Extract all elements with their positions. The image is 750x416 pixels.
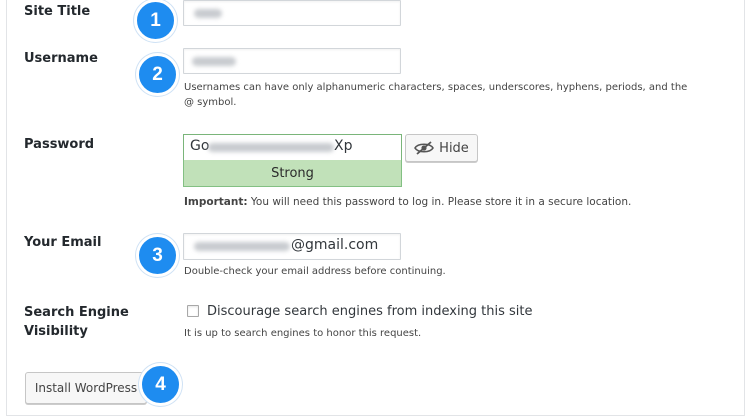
password-important-note: Important: You will need this password t… xyxy=(184,195,694,210)
password-label: Password xyxy=(24,137,95,152)
eye-slash-icon xyxy=(414,141,435,155)
username-input[interactable] xyxy=(183,48,401,74)
username-hint: Usernames can have only alphanumeric cha… xyxy=(184,82,688,108)
site-title-input[interactable] xyxy=(183,0,401,26)
email-input[interactable]: @gmail.com xyxy=(183,233,401,260)
step-badge-2: 2 xyxy=(136,53,179,96)
password-suffix: Xp xyxy=(334,138,353,154)
step-badge-3: 3 xyxy=(136,234,179,277)
important-text: You will need this password to log in. P… xyxy=(247,196,632,208)
password-input[interactable]: Go Xp xyxy=(183,134,402,161)
hide-password-button[interactable]: Hide xyxy=(405,134,478,162)
password-prefix: Go xyxy=(190,138,210,154)
email-label: Your Email xyxy=(24,235,102,250)
install-wordpress-button[interactable]: Install WordPress xyxy=(25,372,147,404)
hide-button-label: Hide xyxy=(439,140,469,156)
search-visibility-label-line2: Visibility xyxy=(24,324,88,339)
username-label: Username xyxy=(24,51,98,66)
step-badge-1: 1 xyxy=(134,0,177,42)
blurred-site-title xyxy=(194,9,222,18)
discourage-search-checkbox[interactable] xyxy=(187,305,199,317)
search-visibility-label-line1: Search Engine xyxy=(24,305,129,320)
password-strength-meter: Strong xyxy=(183,160,402,187)
blurred-password xyxy=(208,143,334,152)
discourage-search-label[interactable]: Discourage search engines from indexing … xyxy=(207,304,533,319)
email-domain: @gmail.com xyxy=(291,237,379,253)
site-title-label: Site Title xyxy=(24,4,91,19)
important-label: Important: xyxy=(184,196,248,208)
email-hint: Double-check your email address before c… xyxy=(184,266,446,277)
blurred-email-user xyxy=(194,242,290,251)
search-hint: It is up to search engines to honor this… xyxy=(184,328,422,339)
blurred-username xyxy=(192,57,236,66)
